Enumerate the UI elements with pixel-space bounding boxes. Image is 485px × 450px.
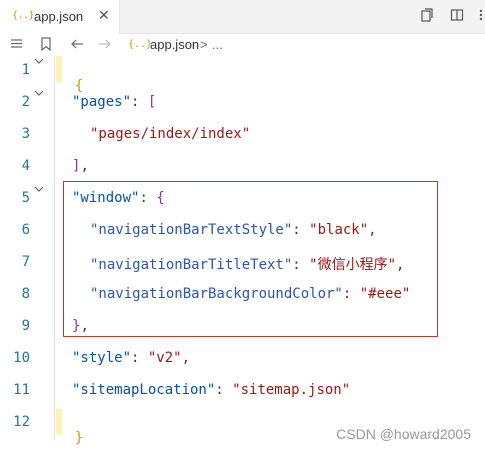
gutter-divider (54, 56, 55, 440)
breadcrumb-file[interactable]: app.json (150, 37, 199, 52)
line-number: 7 (21, 254, 30, 270)
close-icon[interactable]: ✕ (98, 8, 110, 24)
tab-title: app.json (34, 9, 84, 24)
back-arrow-icon[interactable] (70, 37, 84, 55)
code-line[interactable]: } (58, 414, 83, 446)
line-number: 2 (21, 94, 30, 110)
list-icon[interactable] (10, 37, 23, 54)
bookmark-icon[interactable] (40, 37, 52, 55)
code-line[interactable]: "style": "v2", (72, 350, 190, 366)
split-editor-icon[interactable] (450, 8, 464, 26)
line-number: 3 (21, 126, 30, 142)
line-number: 8 (21, 286, 30, 302)
code-token: "pages" (72, 94, 132, 110)
code-line[interactable]: "pages/index/index" (90, 126, 250, 142)
highlight-box (63, 181, 438, 337)
code-token: : (215, 382, 233, 398)
breadcrumb-separator: > (200, 37, 208, 52)
code-line[interactable]: "pages": [ (72, 94, 156, 110)
fold-chevron-icon[interactable] (34, 56, 44, 69)
code-token: "v2" (147, 350, 182, 366)
code-token: { (74, 78, 84, 94)
code-token: , (181, 350, 191, 366)
code-token: "style" (72, 350, 132, 366)
fold-chevron-icon[interactable] (34, 88, 44, 101)
breadcrumb-more[interactable]: ... (212, 37, 223, 52)
code-token: : (131, 350, 148, 366)
watermark: CSDN @howard2005 (336, 426, 471, 442)
line-number: 5 (21, 190, 30, 206)
line-number: 4 (21, 158, 30, 174)
code-token: , (80, 158, 89, 174)
code-token: } (74, 430, 84, 446)
tab-bar: {..} app.json ✕ (0, 0, 485, 34)
code-line[interactable]: { (58, 62, 83, 94)
code-token: : (131, 94, 148, 110)
code-token: [ (147, 94, 157, 110)
code-line[interactable]: "sitemapLocation": "sitemap.json" (72, 382, 350, 398)
line-number: 11 (13, 382, 30, 398)
code-token: "pages/index/index" (90, 126, 251, 142)
code-line[interactable]: ], (72, 158, 89, 174)
json-file-icon: {..} (12, 10, 35, 21)
line-number: 1 (21, 62, 30, 78)
breadcrumb: {..} app.json > ... (0, 34, 485, 56)
line-number: 6 (21, 222, 30, 238)
line-number: 10 (13, 350, 30, 366)
code-token: "sitemapLocation" (72, 382, 216, 398)
json-file-icon: {..} (128, 39, 153, 50)
fold-chevron-icon[interactable] (34, 184, 44, 197)
forward-arrow-icon[interactable] (98, 37, 112, 55)
open-preview-icon[interactable] (420, 8, 434, 26)
line-number: 9 (21, 318, 30, 334)
line-number: 12 (13, 414, 30, 430)
tab-app-json[interactable]: {..} app.json ✕ (0, 0, 120, 34)
code-token: "sitemap.json" (232, 382, 351, 398)
more-actions-icon[interactable] (478, 8, 484, 26)
